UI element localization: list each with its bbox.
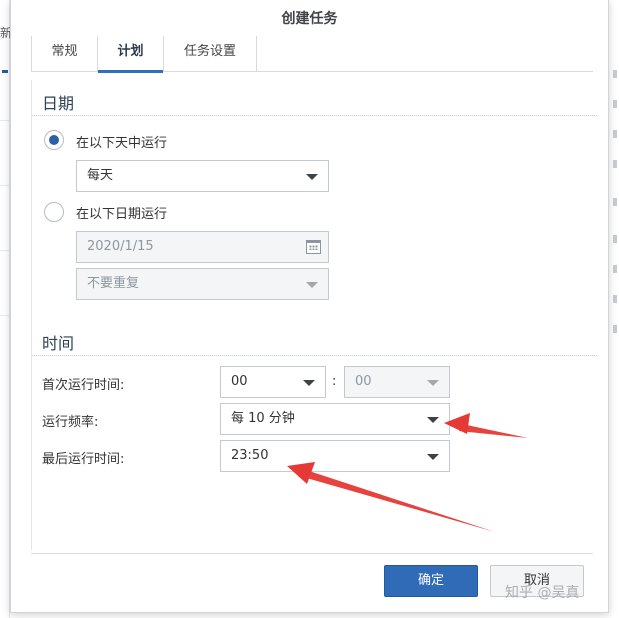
date-input-value: 2020/1/15 [87, 239, 154, 254]
background-page-left: 新 [0, 0, 10, 618]
schedule-panel: 日期 在以下天中运行 每天 在以下日期运行 2020/1/15 不要重复 时间 … [31, 80, 597, 550]
first-run-hour-value: 00 [231, 374, 248, 389]
run-on-date-label: 在以下日期运行 [76, 207, 168, 222]
run-on-days-radio[interactable] [44, 130, 64, 150]
watermark: 知乎 @吴真 [505, 585, 580, 601]
background-row-divider [0, 250, 10, 251]
background-row-divider [0, 120, 10, 121]
time-separator: : [332, 374, 337, 389]
tab-bar: 常规 计划 任务设置 [31, 36, 593, 73]
first-run-hour-select[interactable]: 00 [220, 366, 326, 398]
date-section-title: 日期 [42, 94, 75, 113]
chevron-down-icon [303, 380, 315, 386]
repeat-select[interactable]: 不要重复 [76, 268, 329, 300]
chevron-down-icon [306, 174, 318, 180]
background-row-divider [0, 185, 10, 186]
run-on-date-radio[interactable] [44, 202, 64, 222]
frequency-label: 运行频率: [42, 415, 99, 430]
date-input[interactable]: 2020/1/15 [76, 231, 329, 263]
chevron-down-icon [427, 454, 439, 460]
first-run-time-label: 首次运行时间: [42, 378, 125, 393]
repeat-select-value: 不要重复 [87, 276, 140, 291]
dialog-title: 创建任务 [281, 11, 338, 27]
frequency-select[interactable]: 每 10 分钟 [220, 403, 450, 435]
time-section-title: 时间 [42, 334, 75, 353]
section-divider [32, 115, 597, 116]
section-divider [32, 355, 597, 356]
chevron-down-icon [427, 417, 439, 423]
background-text-fragment: 新 [0, 26, 10, 40]
frequency-value: 每 10 分钟 [231, 411, 295, 426]
calendar-icon[interactable] [306, 240, 321, 254]
last-run-time-value: 23:50 [231, 448, 269, 463]
tab-task-settings[interactable]: 任务设置 [164, 36, 257, 71]
background-marker [2, 70, 8, 73]
daily-select-value: 每天 [87, 168, 114, 183]
first-run-minute-value: 00 [355, 374, 372, 389]
chevron-down-icon [427, 380, 439, 386]
footer-divider [31, 553, 593, 554]
daily-select[interactable]: 每天 [76, 160, 329, 192]
run-on-days-label: 在以下天中运行 [76, 136, 168, 151]
first-run-minute-select[interactable]: 00 [344, 366, 450, 398]
create-task-dialog: 创建任务 常规 计划 任务设置 日期 在以下天中运行 每天 在以下日期运行 20… [10, 0, 609, 613]
last-run-time-select[interactable]: 23:50 [220, 440, 450, 472]
tab-schedule[interactable]: 计划 [98, 36, 164, 73]
background-row-divider [0, 315, 10, 316]
chevron-down-icon [306, 282, 318, 288]
last-run-time-label: 最后运行时间: [42, 452, 125, 467]
ok-button[interactable]: 确定 [384, 565, 478, 597]
tab-general[interactable]: 常规 [31, 36, 98, 71]
